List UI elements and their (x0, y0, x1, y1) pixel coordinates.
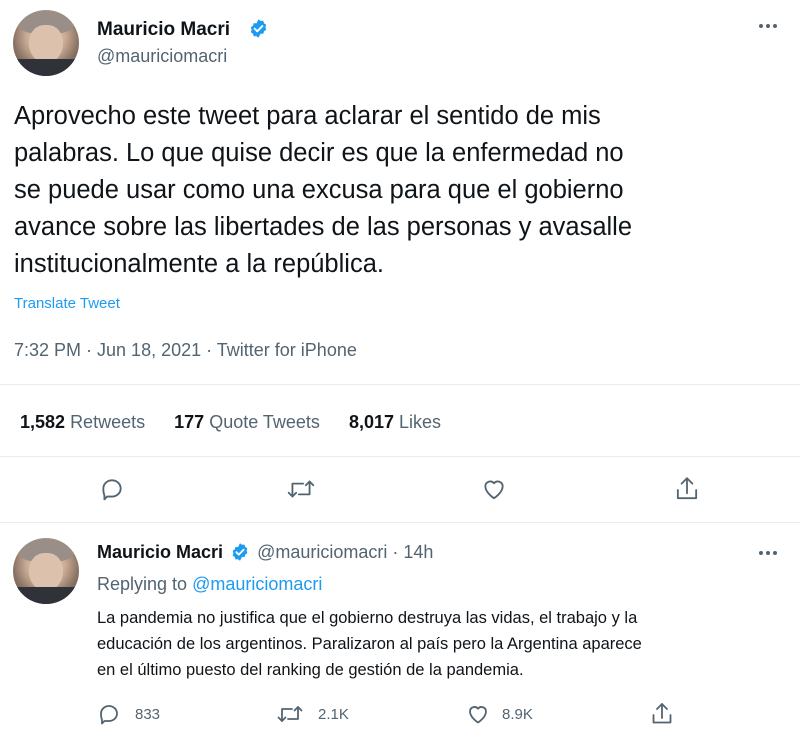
likes-label: Likes (399, 412, 442, 432)
share-icon[interactable] (650, 701, 674, 727)
like-icon[interactable] (480, 476, 508, 502)
likes-count: 8,017 (348, 412, 394, 432)
reply-icon (100, 705, 118, 725)
retweet-icon[interactable] (286, 476, 316, 502)
replying-to-label: Replying to (97, 574, 188, 594)
stats-row: 1,582 Retweets 177 Quote Tweets 8,017 Li… (20, 412, 441, 433)
tweet-text-line: Aprovecho este tweet para aclarar el sen… (14, 102, 601, 130)
retweet-icon (277, 706, 303, 722)
retweets-stat[interactable]: 1,582 Retweets (20, 412, 150, 432)
tweet-text-line: avance sobre las libertades de las perso… (14, 213, 633, 241)
retweets-label: Retweets (70, 412, 146, 432)
translate-tweet-link[interactable]: Translate Tweet (14, 295, 120, 312)
divider (0, 384, 800, 385)
reply-header: Mauricio Macri @mauriciomacri · 14h (97, 542, 433, 563)
reply-action[interactable]: 833 (97, 702, 160, 726)
replying-to-handle[interactable]: @mauriciomacri (192, 574, 322, 594)
author-handle[interactable]: @mauriciomacri (97, 46, 227, 67)
tweet-text-line: se puede usar como una excusa para que e… (14, 176, 624, 204)
verified-badge-icon (250, 19, 267, 38)
retweet-action[interactable]: 2.1K (276, 702, 349, 726)
likes-stat[interactable]: 8,017 Likes (349, 412, 441, 432)
reply-text: La pandemia no justifica que el gobierno… (97, 605, 797, 683)
verified-badge-icon (232, 543, 248, 561)
quotes-stat[interactable]: 177 Quote Tweets (174, 412, 325, 432)
more-icon[interactable] (757, 18, 779, 34)
quotes-label: Quote Tweets (209, 412, 320, 432)
replying-to: Replying to @mauriciomacri (97, 574, 322, 595)
divider (0, 456, 800, 457)
tweet-meta[interactable]: 7:32 PM · Jun 18, 2021 · Twitter for iPh… (14, 340, 357, 361)
like-action[interactable]: 8.9K (466, 702, 533, 726)
reply-text-line: La pandemia no justifica que el gobierno… (97, 609, 638, 627)
tweet-text: Aprovecho este tweet para aclarar el sen… (14, 98, 794, 283)
like-count: 8.9K (502, 705, 533, 723)
tweet-text-line: institucionalmente a la república. (14, 250, 384, 278)
retweet-count: 2.1K (318, 705, 349, 723)
reply-text-line: educación de los argentinos. Paralizaron… (97, 635, 642, 653)
author-name[interactable]: Mauricio Macri (97, 542, 223, 562)
like-icon (469, 706, 487, 724)
tweet-text-line: palabras. Lo que quise decir es que la e… (14, 139, 624, 167)
author-handle-time[interactable]: @mauriciomacri · 14h (257, 542, 433, 562)
retweets-count: 1,582 (20, 412, 66, 432)
quotes-count: 177 (174, 412, 205, 432)
author-name[interactable]: Mauricio Macri (97, 19, 230, 41)
reply-count: 833 (135, 705, 161, 723)
avatar[interactable] (13, 10, 79, 76)
reply-icon[interactable] (99, 476, 125, 502)
reply-text-line: en el último puesto del ranking de gesti… (97, 661, 524, 679)
share-icon[interactable] (674, 475, 700, 503)
avatar[interactable] (13, 538, 79, 604)
divider (0, 522, 800, 523)
more-icon[interactable] (757, 545, 779, 561)
